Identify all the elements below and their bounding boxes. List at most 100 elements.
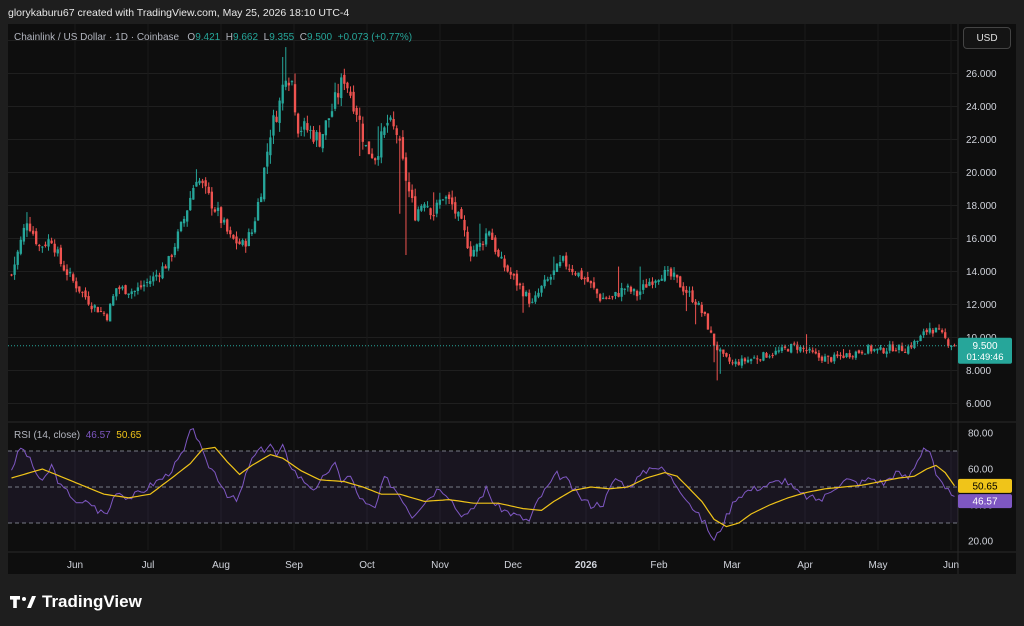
candle-body <box>373 158 377 161</box>
candle-body <box>241 240 244 245</box>
price-tick-label: 8.000 <box>966 366 991 377</box>
candle-body <box>306 123 309 131</box>
candle-body <box>817 353 821 358</box>
candle-body <box>731 362 734 364</box>
candle-body <box>518 283 522 286</box>
candle-body <box>219 207 223 224</box>
candle-body <box>885 351 888 354</box>
currency-button[interactable]: USD <box>963 27 1011 49</box>
candle-body <box>358 115 361 120</box>
candle-body <box>512 273 515 276</box>
candle-body <box>229 230 232 235</box>
candle-body <box>315 131 318 141</box>
candle-body <box>487 231 491 236</box>
candle-body <box>182 218 186 224</box>
candle-body <box>598 294 602 301</box>
candle-body <box>281 84 284 104</box>
candle-body <box>426 206 429 208</box>
candle-body <box>561 256 565 261</box>
candle-body <box>768 356 771 358</box>
tradingview-logo[interactable]: TradingView <box>10 592 142 612</box>
candle-body <box>269 137 272 156</box>
candle-body <box>882 348 885 354</box>
candle-body <box>611 296 614 298</box>
price-tick-label: 18.000 <box>966 201 997 212</box>
candle-body <box>783 346 787 348</box>
candle-body <box>155 274 158 277</box>
rsi-ma-badge-value: 50.65 <box>972 481 997 492</box>
candle-body <box>839 354 842 357</box>
candle-body <box>589 280 593 284</box>
candle-body <box>136 287 140 292</box>
candle-body <box>759 359 762 361</box>
candle-body <box>401 137 405 159</box>
candle-body <box>145 282 149 284</box>
candle-body <box>407 182 411 192</box>
price-tick-label: 20.000 <box>966 168 997 179</box>
candle-body <box>860 351 864 354</box>
candle-body <box>481 243 485 245</box>
candle-body <box>786 349 790 352</box>
candle-body <box>876 348 879 351</box>
rsi-band-layer <box>8 450 958 524</box>
candle-body <box>463 219 466 231</box>
candle-body <box>290 81 294 83</box>
rsi-legend: RSI (14, close) 46.57 50.65 <box>14 430 141 441</box>
candle-body <box>746 359 750 363</box>
candle-body <box>854 351 858 358</box>
price-tick-label: 12.000 <box>966 300 997 311</box>
candle-body <box>534 295 537 302</box>
candle-body <box>451 197 454 205</box>
chart-svg[interactable]: 6.0008.00010.00012.00014.00016.00018.000… <box>0 0 1024 626</box>
candle-body <box>635 291 639 297</box>
candle-body <box>780 347 784 351</box>
candle-body <box>749 359 753 362</box>
candle-body <box>112 296 115 306</box>
candle-body <box>928 328 931 333</box>
candle-body <box>672 272 676 277</box>
candle-body <box>663 269 666 281</box>
candle-body <box>549 276 552 280</box>
candle-body <box>694 301 697 305</box>
candle-body <box>266 151 269 167</box>
candle-body <box>232 234 235 239</box>
candle-body <box>256 202 260 221</box>
candle-body <box>216 207 220 211</box>
candle-body <box>919 335 922 342</box>
candle-body <box>395 128 398 135</box>
candle-body <box>740 358 744 366</box>
candle-body <box>756 358 759 360</box>
candle-body <box>238 241 241 245</box>
candle-body <box>272 115 275 136</box>
change-value: +0.073 (+0.77%) <box>337 32 413 43</box>
candle-body <box>478 242 482 247</box>
candle-body <box>19 239 22 254</box>
candle-body <box>201 180 204 184</box>
time-tick-label: Jul <box>142 560 155 571</box>
candle-body <box>771 355 774 357</box>
candle-body <box>867 345 870 354</box>
candle-body <box>149 280 152 284</box>
candle-body <box>226 219 229 232</box>
candle-body <box>222 219 226 223</box>
open-value: 9.421 <box>195 32 221 43</box>
candle-body <box>337 93 340 98</box>
candle-body <box>642 284 645 290</box>
candle-body <box>620 287 623 297</box>
candle-body <box>709 330 713 333</box>
candle-body <box>207 186 210 194</box>
candle-body <box>577 272 580 277</box>
candle-body <box>250 232 254 234</box>
candle-body <box>364 145 368 147</box>
time-tick-label: May <box>869 560 888 571</box>
candle-body <box>13 264 16 275</box>
candle-body <box>189 197 192 211</box>
candle-body <box>41 246 44 248</box>
candle-body <box>558 261 562 267</box>
candle-body <box>752 357 756 359</box>
candle-body <box>293 84 297 113</box>
candle-body <box>654 280 657 283</box>
rsi-tick-label: 80.00 <box>968 429 993 440</box>
price-tick-label: 16.000 <box>966 234 997 245</box>
candle-body <box>851 356 854 358</box>
